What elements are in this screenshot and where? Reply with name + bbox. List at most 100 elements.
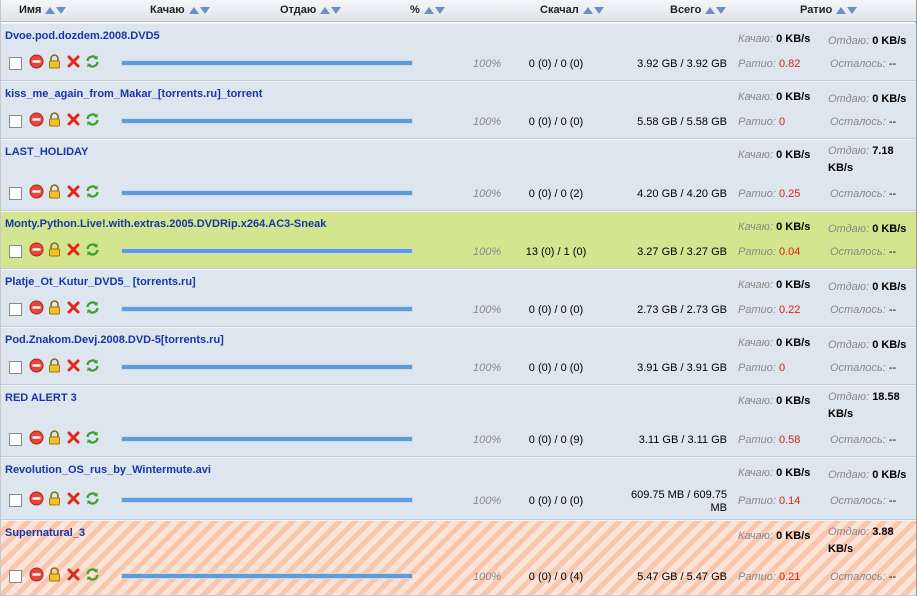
refresh-icon[interactable] [85,567,100,582]
select-checkbox[interactable] [9,303,22,316]
torrent-row[interactable]: Supernatural_3 Качаю: 0 KB/s Отдаю: 3.88… [1,520,916,596]
delete-icon[interactable] [66,54,81,69]
size-total: 3.92 GB / 3.92 GB [637,58,727,70]
torrent-name[interactable]: kiss_me_again_from_Makar_[torrents.ru]_t… [5,88,262,100]
sort-asc-icon[interactable] [705,6,716,14]
stop-icon[interactable] [29,242,44,257]
refresh-icon[interactable] [85,112,100,127]
torrent-name[interactable]: Platje_Ot_Kutur_DVD5_ [torrents.ru] [5,276,196,288]
torrent-name[interactable]: LAST_HOLIDAY [5,146,88,158]
size-total: 2.73 GB / 2.73 GB [637,304,727,316]
remaining-value: Осталось: -- [830,495,897,507]
column-header-ratio[interactable]: Ратио [800,4,858,16]
remaining-value: Осталось: -- [830,304,897,316]
sort-asc-icon[interactable] [836,6,847,14]
select-checkbox[interactable] [9,361,22,374]
refresh-icon[interactable] [85,358,100,373]
select-checkbox[interactable] [9,115,22,128]
size-total: 4.20 GB / 4.20 GB [637,188,727,200]
sort-desc-icon[interactable] [593,6,604,14]
torrent-row[interactable]: Pod.Znakom.Devj.2008.DVD-5[torrents.ru] … [1,327,916,385]
torrent-row[interactable]: RED ALERT 3 Качаю: 0 KB/s Отдаю: 18.58 K… [1,385,916,457]
select-checkbox[interactable] [9,187,22,200]
torrent-name[interactable]: Dvoe.pod.dozdem.2008.DVD5 [5,30,160,42]
refresh-icon[interactable] [85,242,100,257]
delete-icon[interactable] [66,567,81,582]
stop-icon[interactable] [29,358,44,373]
stop-icon[interactable] [29,300,44,315]
lock-icon[interactable] [47,242,62,257]
progress-percent: 100% [473,116,502,128]
torrent-row[interactable]: Revolution_OS_rus_by_Wintermute.avi Кача… [1,457,916,520]
sort-desc-icon[interactable] [716,6,727,14]
torrent-row[interactable]: Platje_Ot_Kutur_DVD5_ [torrents.ru] Кача… [1,269,916,327]
column-header-percent[interactable]: % [410,4,445,16]
torrent-name[interactable]: Monty.Python.Live!.with.extras.2005.DVDR… [5,218,326,230]
column-header-total[interactable]: Всего [670,4,727,16]
column-header-downloaded[interactable]: Скачал [540,4,604,16]
stop-icon[interactable] [29,430,44,445]
lock-icon[interactable] [47,54,62,69]
refresh-icon[interactable] [85,491,100,506]
column-header-download[interactable]: Качаю [150,4,210,16]
select-checkbox[interactable] [9,245,22,258]
remaining-value: Осталось: -- [830,58,897,70]
sort-asc-icon[interactable] [45,6,56,14]
torrent-row[interactable]: LAST_HOLIDAY Качаю: 0 KB/s Отдаю: 7.18 K… [1,139,916,211]
ratio-value: Ратио: 0.21 [738,571,801,583]
column-header-name[interactable]: Имя [19,4,67,16]
delete-icon[interactable] [66,300,81,315]
select-checkbox[interactable] [9,570,22,583]
progress-percent: 100% [473,304,502,316]
sort-asc-icon[interactable] [582,6,593,14]
torrent-name[interactable]: Supernatural_3 [5,527,85,539]
sort-asc-icon[interactable] [320,6,331,14]
delete-icon[interactable] [66,184,81,199]
sort-desc-icon[interactable] [331,6,342,14]
progress-percent: 100% [473,362,502,374]
lock-icon[interactable] [47,300,62,315]
torrent-row[interactable]: kiss_me_again_from_Makar_[torrents.ru]_t… [1,81,916,139]
upload-speed: Отдаю: 3.88 KB/s [828,526,894,555]
refresh-icon[interactable] [85,54,100,69]
remaining-value: Осталось: -- [830,571,897,583]
select-checkbox[interactable] [9,433,22,446]
torrent-row[interactable]: Monty.Python.Live!.with.extras.2005.DVDR… [1,211,916,269]
torrent-name[interactable]: Revolution_OS_rus_by_Wintermute.avi [5,464,211,476]
torrent-name[interactable]: RED ALERT 3 [5,392,77,404]
delete-icon[interactable] [66,112,81,127]
sort-desc-icon[interactable] [847,6,858,14]
stop-icon[interactable] [29,184,44,199]
delete-icon[interactable] [66,491,81,506]
stop-icon[interactable] [29,567,44,582]
download-speed: Качаю: 0 KB/s [738,337,811,349]
sort-desc-icon[interactable] [199,6,210,14]
sort-asc-icon[interactable] [188,6,199,14]
stop-icon[interactable] [29,54,44,69]
remaining-value: Осталось: -- [830,362,897,374]
select-checkbox[interactable] [9,57,22,70]
lock-icon[interactable] [47,112,62,127]
torrent-row[interactable]: Dvoe.pod.dozdem.2008.DVD5 Качаю: 0 KB/s … [1,23,916,81]
lock-icon[interactable] [47,567,62,582]
sort-desc-icon[interactable] [434,6,445,14]
lock-icon[interactable] [47,358,62,373]
lock-icon[interactable] [47,491,62,506]
remaining-value: Осталось: -- [830,246,897,258]
sort-asc-icon[interactable] [423,6,434,14]
select-checkbox[interactable] [9,494,22,507]
stop-icon[interactable] [29,112,44,127]
refresh-icon[interactable] [85,184,100,199]
column-header-upload[interactable]: Отдаю [280,4,342,16]
refresh-icon[interactable] [85,300,100,315]
refresh-icon[interactable] [85,430,100,445]
lock-icon[interactable] [47,430,62,445]
delete-icon[interactable] [66,430,81,445]
torrent-name[interactable]: Pod.Znakom.Devj.2008.DVD-5[torrents.ru] [5,334,224,346]
lock-icon[interactable] [47,184,62,199]
delete-icon[interactable] [66,242,81,257]
delete-icon[interactable] [66,358,81,373]
sort-desc-icon[interactable] [56,6,67,14]
stop-icon[interactable] [29,491,44,506]
progress-bar [121,190,413,196]
